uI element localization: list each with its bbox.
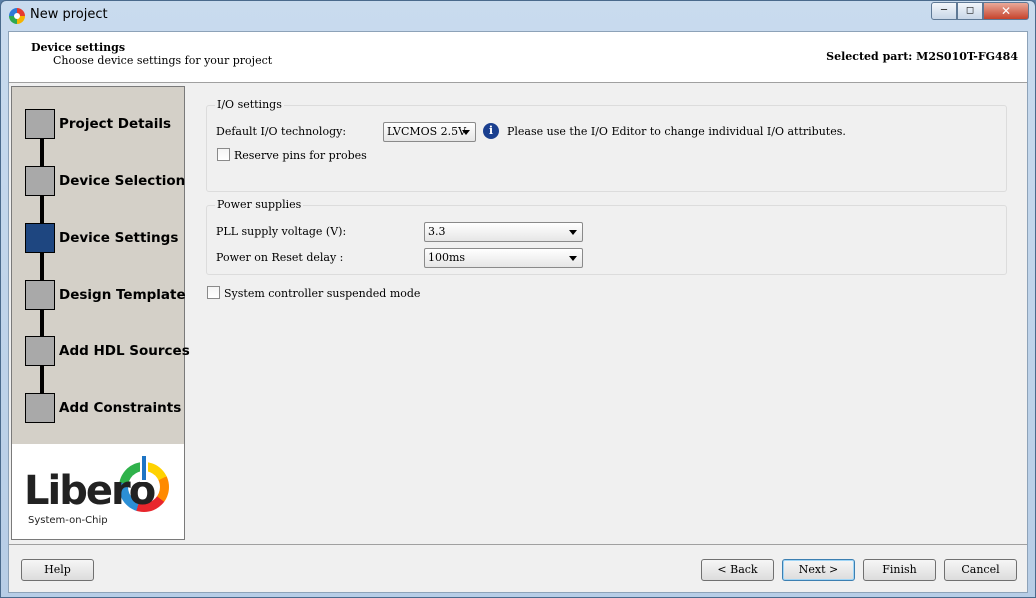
minimize-button[interactable]: ─ — [931, 2, 957, 20]
step-label: Add HDL Sources — [59, 343, 190, 359]
pll-voltage-value: 3.3 — [428, 225, 446, 238]
step-label: Add Constraints — [59, 400, 182, 416]
settings-content: I/O settings Default I/O technology: LVC… — [186, 84, 1027, 546]
title-bar[interactable]: New project ─ ◻ ✕ — [1, 1, 1035, 29]
window-controls: ─ ◻ ✕ — [931, 2, 1029, 20]
reserve-pins-checkbox[interactable] — [217, 148, 230, 161]
page-title: Device settings — [31, 41, 126, 54]
step-marker — [25, 109, 55, 139]
power-symbol-icon — [140, 454, 148, 482]
close-icon: ✕ — [1000, 4, 1012, 18]
chevron-down-icon — [462, 130, 470, 135]
info-icon: i — [483, 123, 499, 139]
chevron-down-icon — [569, 256, 577, 261]
next-button[interactable]: Next > — [782, 559, 855, 581]
libero-logo: Libero System-on-Chip — [12, 444, 184, 539]
step-device-settings: Device Settings — [25, 223, 185, 255]
maximize-icon: ◻ — [965, 5, 975, 16]
step-label: Device Selection — [59, 173, 186, 189]
group-title: I/O settings — [215, 98, 284, 111]
step-add-constraints: Add Constraints — [25, 393, 185, 425]
power-supplies-group: Power supplies PLL supply voltage (V): 3… — [206, 198, 1007, 275]
dialog-window: New project ─ ◻ ✕ Device settings Choose… — [0, 0, 1036, 598]
pll-voltage-label: PLL supply voltage (V): — [216, 225, 347, 238]
step-marker — [25, 166, 55, 196]
reserve-pins-label: Reserve pins for probes — [234, 149, 367, 162]
step-marker — [25, 393, 55, 423]
page-subtitle: Choose device settings for your project — [53, 54, 273, 67]
maximize-button[interactable]: ◻ — [957, 2, 983, 20]
io-settings-group: I/O settings Default I/O technology: LVC… — [206, 98, 1007, 192]
logo-tagline: System-on-Chip — [28, 515, 108, 526]
step-add-hdl-sources: Add HDL Sources — [25, 336, 190, 368]
window-title: New project — [30, 7, 108, 22]
default-io-label: Default I/O technology: — [216, 125, 347, 138]
back-button[interactable]: < Back — [701, 559, 774, 581]
step-label: Project Details — [59, 116, 171, 132]
default-io-value: LVCMOS 2.5V — [387, 125, 467, 138]
cancel-button[interactable]: Cancel — [944, 559, 1017, 581]
pll-voltage-select[interactable]: 3.3 — [424, 222, 583, 242]
step-label: Design Template — [59, 287, 186, 303]
wizard-steps-panel: Project Details Device Selection Device … — [11, 86, 190, 540]
system-controller-label: System controller suspended mode — [224, 287, 421, 300]
app-icon — [9, 8, 25, 24]
selected-part-label: Selected part: M2S010T-FG484 — [826, 50, 1018, 63]
help-button[interactable]: Help — [21, 559, 94, 581]
step-marker — [25, 336, 55, 366]
step-marker-active — [25, 223, 55, 253]
io-info-text: Please use the I/O Editor to change indi… — [507, 125, 846, 138]
default-io-select[interactable]: LVCMOS 2.5V — [383, 122, 476, 142]
step-marker — [25, 280, 55, 310]
system-controller-checkbox[interactable] — [207, 286, 220, 299]
step-label: Device Settings — [59, 230, 179, 246]
step-design-template: Design Template — [25, 280, 186, 312]
por-delay-value: 100ms — [428, 251, 466, 264]
dialog-footer: Help < Back Next > Finish Cancel — [9, 544, 1027, 592]
finish-button[interactable]: Finish — [863, 559, 936, 581]
logo-wordmark: Libero — [24, 468, 156, 514]
minimize-icon: ─ — [940, 5, 948, 16]
dialog-client: Device settings Choose device settings f… — [8, 31, 1028, 593]
step-project-details: Project Details — [25, 109, 185, 141]
group-title: Power supplies — [215, 198, 304, 211]
por-delay-select[interactable]: 100ms — [424, 248, 583, 268]
page-header: Device settings Choose device settings f… — [9, 32, 1027, 83]
step-device-selection: Device Selection — [25, 166, 185, 198]
close-button[interactable]: ✕ — [983, 2, 1029, 20]
chevron-down-icon — [569, 230, 577, 235]
por-delay-label: Power on Reset delay : — [216, 251, 344, 264]
